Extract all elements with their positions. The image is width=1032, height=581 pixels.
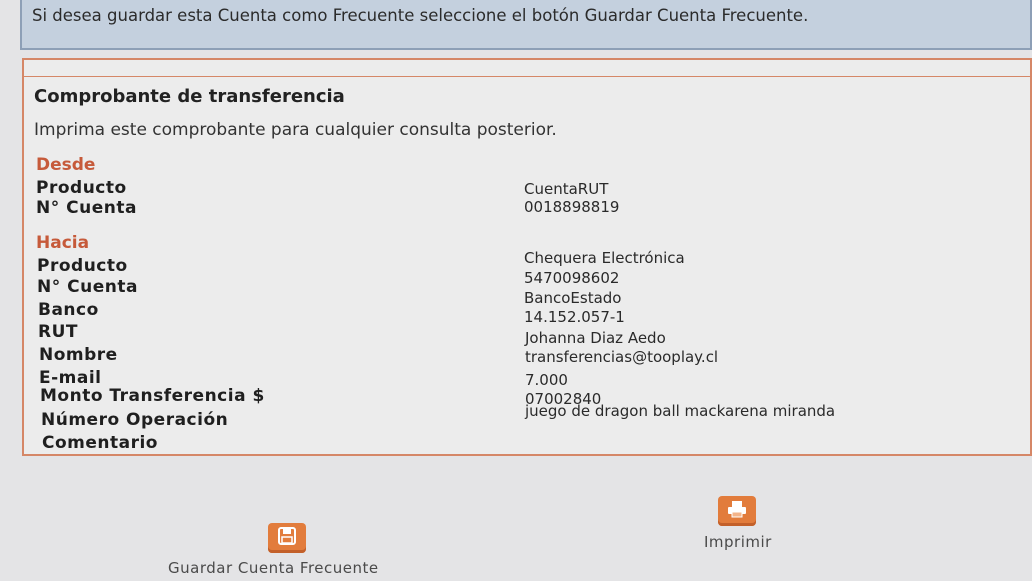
notice-text: Si desea guardar esta Cuenta como Frecue… (32, 6, 809, 25)
to-comment-label: Comentario (42, 433, 158, 453)
save-frequent-button[interactable] (268, 523, 306, 553)
info-notice: Si desea guardar esta Cuenta como Frecue… (20, 0, 1032, 50)
from-product-value: CuentaRUT (524, 180, 609, 198)
to-email-value: transferencias@tooplay.cl (525, 348, 719, 366)
transfer-receipt: Comprobante de transferencia Imprima est… (22, 58, 1032, 456)
print-label[interactable]: Imprimir (704, 533, 772, 551)
receipt-subtitle: Imprima este comprobante para cualquier … (34, 120, 557, 140)
from-account-label: N° Cuenta (36, 198, 137, 218)
save-frequent-label[interactable]: Guardar Cuenta Frecuente (168, 559, 379, 577)
to-account-label: N° Cuenta (37, 277, 138, 297)
to-email-label: E-mail (39, 368, 102, 388)
print-button[interactable] (718, 496, 756, 526)
from-heading: Desde (36, 155, 96, 175)
to-bank-label: Banco (38, 300, 99, 320)
to-operation-label: Número Operación (41, 410, 229, 430)
to-product-label: Producto (37, 256, 128, 276)
to-bank-value: BancoEstado (524, 289, 622, 307)
from-product-label: Producto (36, 178, 127, 198)
to-rut-value: 14.152.057-1 (524, 308, 625, 326)
to-name-label: Nombre (39, 345, 118, 365)
to-name-value: Johanna Diaz Aedo (525, 329, 666, 347)
floppy-disk-icon (277, 526, 297, 550)
to-account-value: 5470098602 (524, 269, 620, 287)
to-amount-value: 7.000 (525, 371, 568, 389)
to-rut-label: RUT (38, 322, 78, 342)
to-heading: Hacia (36, 233, 90, 253)
printer-icon (726, 499, 748, 523)
to-amount-label: Monto Transferencia $ (40, 386, 265, 406)
to-product-value: Chequera Electrónica (524, 249, 685, 267)
from-account-value: 0018898819 (524, 198, 620, 216)
to-comment-value: juego de dragon ball mackarena miranda (525, 402, 836, 420)
receipt-title: Comprobante de transferencia (34, 86, 345, 107)
